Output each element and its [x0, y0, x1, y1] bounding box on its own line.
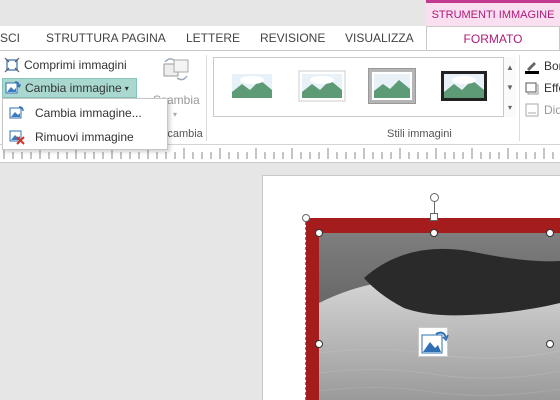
tab-label: REVISIONE [260, 31, 326, 45]
picture-styles-gallery [213, 57, 516, 117]
chevron-down-icon: ▾ [124, 83, 129, 93]
chevron-up-icon[interactable]: ▲ [506, 63, 514, 72]
tab-formato[interactable]: FORMATO [426, 26, 560, 50]
more-icon[interactable]: ▾ [508, 103, 512, 112]
group-separator [519, 55, 520, 141]
picture-style-thumb[interactable] [228, 68, 276, 104]
crop-handle[interactable] [430, 229, 438, 237]
dune-photo [319, 233, 560, 400]
tab-lettere[interactable]: LETTERE [186, 26, 240, 50]
picture-content[interactable] [319, 233, 560, 400]
selection-border [305, 217, 306, 400]
swap-icon [161, 56, 191, 89]
context-header-label: STRUMENTI IMMAGINE [431, 8, 555, 21]
resize-handle-top-left[interactable] [302, 214, 310, 222]
picture-border-label: Bor [544, 59, 560, 73]
menu-item-remove-picture[interactable]: Rimuovi immagine [3, 125, 167, 149]
caption-icon [524, 102, 540, 118]
tab-struttura-pagina[interactable]: STRUTTURA PAGINA [46, 26, 166, 50]
effects-icon [524, 80, 540, 96]
picture-effects-label: Effe [544, 81, 560, 95]
crop-handle[interactable] [546, 340, 554, 348]
crop-handle[interactable] [315, 229, 323, 237]
menu-item-label: Rimuovi immagine [35, 130, 134, 144]
tab-visualizza[interactable]: VISUALIZZA [345, 26, 414, 50]
picture-style-thumb[interactable] [298, 68, 346, 104]
picture-tools-context-header: STRUMENTI IMMAGINE [426, 0, 560, 26]
change-picture-menu: Cambia immagine... Rimuovi immagine [2, 98, 168, 150]
picture-style-thumb[interactable] [440, 68, 488, 104]
tab-sci[interactable]: SCI [0, 26, 21, 50]
tab-revisione[interactable]: REVISIONE [260, 26, 325, 50]
change-picture-placeholder-icon[interactable] [418, 327, 449, 357]
compress-pictures-icon [4, 57, 20, 73]
border-pen-icon [524, 58, 540, 74]
change-picture-label: Cambia immagine [25, 81, 122, 95]
picture-effects-button[interactable]: Effe [524, 78, 560, 98]
compress-pictures-label: Comprimi immagini [24, 58, 127, 72]
menu-item-label: Cambia immagine... [35, 106, 142, 120]
tab-label: SCI [0, 31, 21, 45]
caption-label: Did [544, 103, 560, 117]
change-picture-button[interactable]: Cambia immagine ▾ [2, 78, 137, 98]
crop-handle[interactable] [315, 340, 323, 348]
tab-label: LETTERE [186, 31, 241, 45]
chevron-down-icon: ▾ [173, 110, 178, 119]
change-picture-icon [5, 80, 22, 96]
group-separator [206, 55, 207, 141]
crop-handle[interactable] [546, 229, 554, 237]
tab-label: VISUALIZZA [345, 31, 414, 45]
compress-pictures-button[interactable]: Comprimi immagini [4, 55, 127, 75]
picture-border-button[interactable]: Bor [524, 56, 560, 76]
caption-button[interactable]: Did [524, 100, 560, 120]
tab-label: FORMATO [463, 32, 523, 46]
change-picture-icon [9, 105, 25, 121]
resize-handle-top[interactable] [430, 213, 438, 221]
tab-label: STRUTTURA PAGINA [46, 31, 166, 45]
chevron-down-icon[interactable]: ▼ [506, 83, 514, 92]
picture-style-thumb-selected[interactable] [368, 68, 416, 104]
picture-styles-group-label: Stili immagini [387, 128, 452, 140]
gallery-scrollbar[interactable]: ▲ ▼ ▾ [503, 57, 516, 117]
rotate-handle[interactable] [430, 193, 439, 202]
menu-item-change-picture[interactable]: Cambia immagine... [3, 101, 167, 125]
remove-picture-icon [9, 129, 25, 145]
ribbon-tab-bar: SCI STRUTTURA PAGINA LETTERE REVISIONE V… [0, 26, 560, 50]
